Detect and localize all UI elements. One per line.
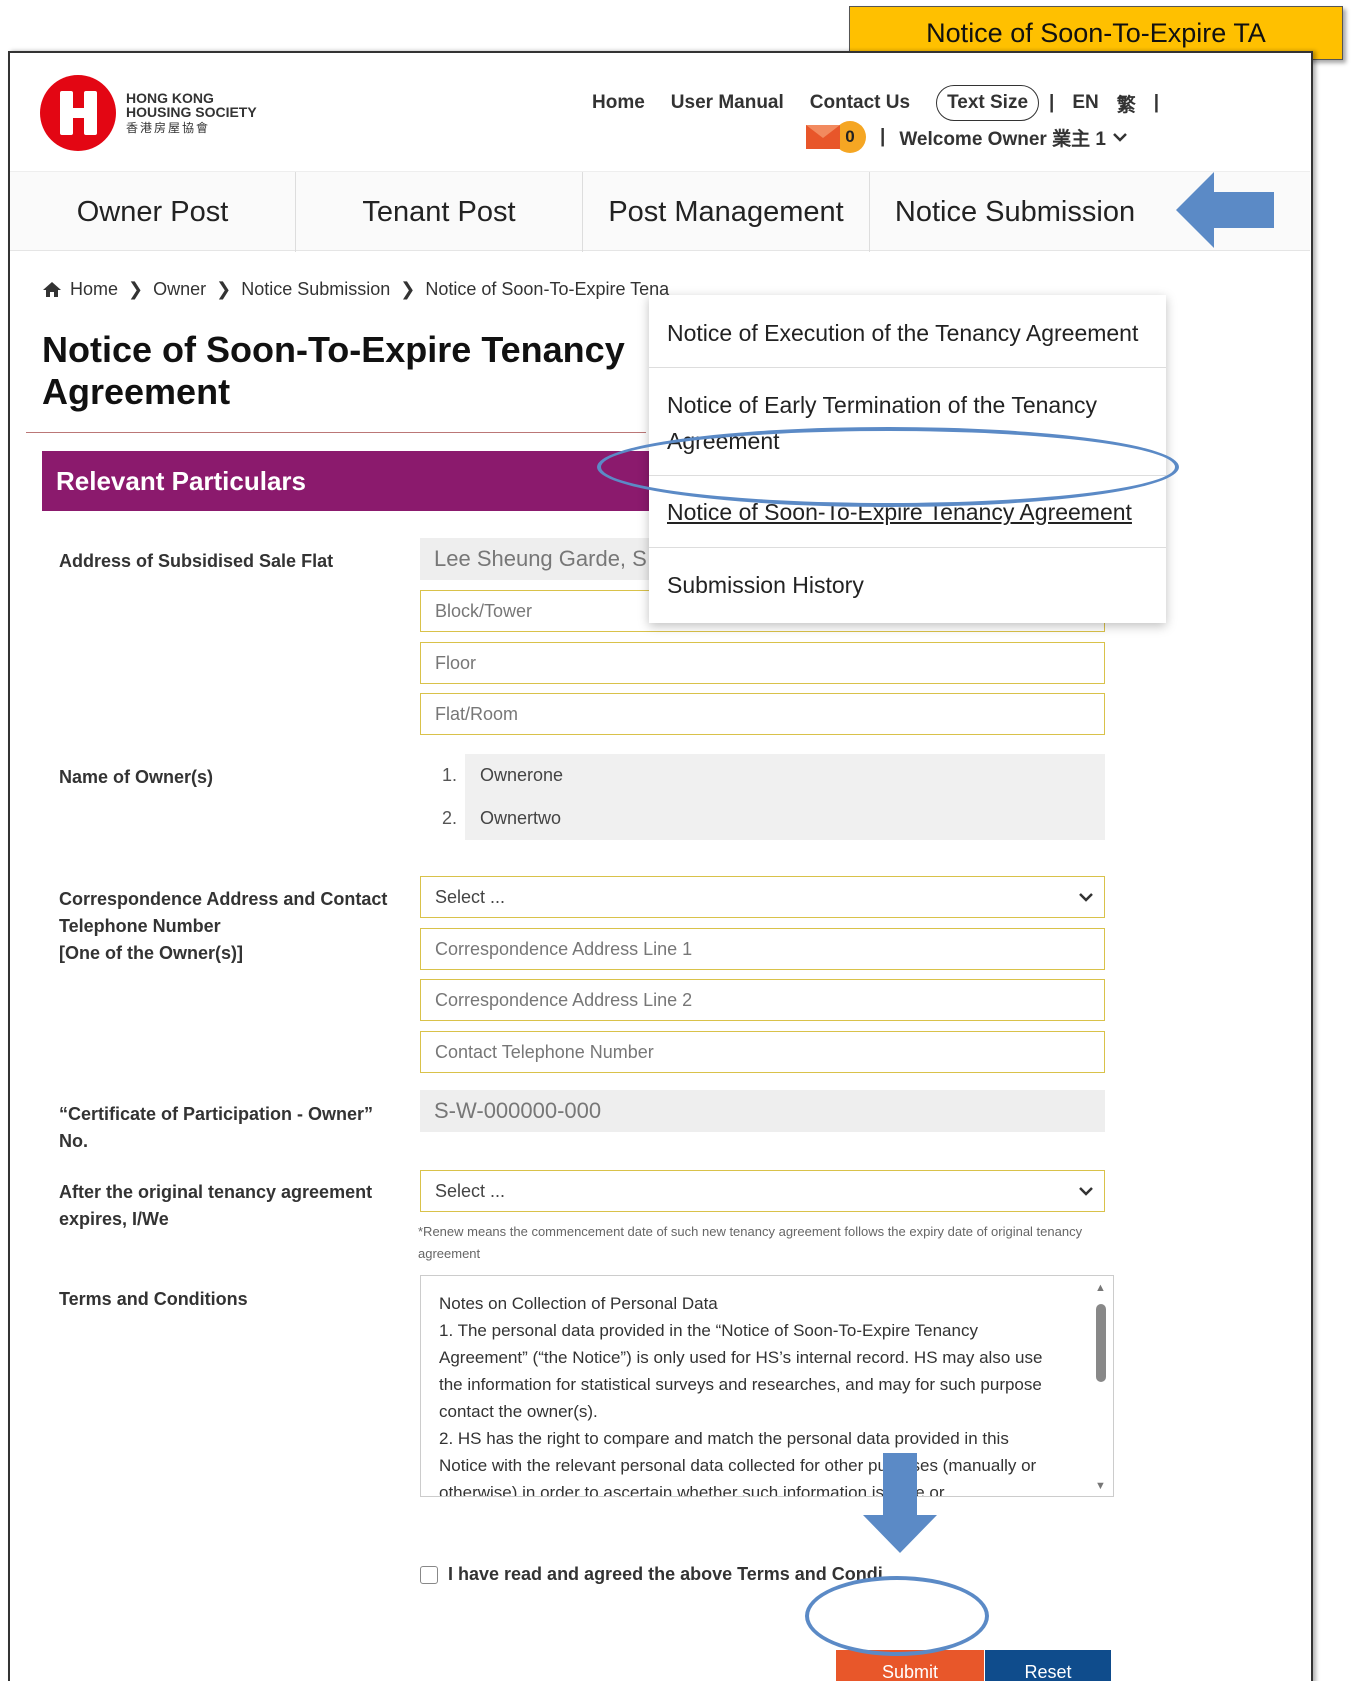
list-item-number: 1. [420,754,465,797]
scroll-up-icon[interactable]: ▲ [1095,1282,1106,1294]
breadcrumb: Home ❯ Owner ❯ Notice Submission ❯ Notic… [42,279,669,300]
scroll-down-icon[interactable]: ▼ [1095,1480,1106,1492]
separator: | [1153,92,1160,113]
chevron-down-icon [1079,1187,1093,1196]
breadcrumb-owner[interactable]: Owner [153,279,206,300]
main-nav: Owner Post Tenant Post Post Management N… [10,171,1310,252]
agree-label: I have read and agreed the above Terms a… [448,1564,883,1584]
logo-line-1: HONG KONG [126,90,214,106]
phone-input[interactable]: Contact Telephone Number [420,1031,1105,1073]
menu-item-submission-history[interactable]: Submission History [667,567,864,603]
correspondence-label-line-1: Correspondence Address and Contact [59,889,388,909]
chevron-right-icon: ❯ [216,279,232,299]
page-title: Notice of Soon-To-Expire Tenancy Agreeme… [42,329,625,412]
welcome-user-menu[interactable]: Welcome Owner 業主 1 [899,124,1106,151]
after-expiry-select[interactable]: Select ... [420,1170,1105,1212]
lang-zh-link[interactable]: 繁 [1117,90,1136,117]
tab-owner-post[interactable]: Owner Post [10,172,296,252]
agree-terms-row[interactable]: I have read and agreed the above Terms a… [420,1564,883,1585]
hkhs-logo[interactable]: HONG KONG HOUSING SOCIETY 香港房屋協會 [40,75,257,151]
after-expiry-label-line-2: expires, I/We [59,1209,169,1229]
text-size-button[interactable]: Text Size [936,85,1040,121]
mail-icon[interactable] [806,125,840,149]
menu-item-execution[interactable]: Notice of Execution of the Tenancy Agree… [667,315,1138,351]
agree-checkbox[interactable] [420,1565,438,1584]
annotation-highlight-menu-item [597,427,1179,507]
breadcrumb-home[interactable]: Home [70,279,118,300]
screenshot-frame: HONG KONG HOUSING SOCIETY 香港房屋協會 Home Us… [8,51,1313,1681]
list-item-number: 2. [420,797,465,840]
menu-divider [649,367,1166,368]
logo-line-2: HOUSING SOCIETY [126,104,257,120]
renew-note: *Renew means the commencement date of su… [418,1224,1083,1261]
select-value: Select ... [435,1180,506,1201]
annotation-highlight-submit [805,1576,989,1656]
logo-mark-icon [40,75,116,151]
chevron-down-icon [1079,893,1093,902]
terms-content: Notes on Collection of Personal Data 1. … [439,1290,1059,1497]
annotation-arrow-left-icon [1176,172,1274,248]
floor-input[interactable]: Floor [420,642,1105,684]
correspondence-label-line-3: [One of the Owner(s)] [59,943,243,963]
chevron-down-icon [1113,133,1127,142]
correspondence-select[interactable]: Select ... [420,876,1105,918]
chevron-right-icon: ❯ [400,279,416,299]
certificate-label: “Certificate of Participation - Owner” N… [59,1101,373,1155]
annotation-arrow-down-icon [863,1453,937,1553]
owners-label: Name of Owner(s) [59,767,214,787]
scroll-thumb[interactable] [1096,1304,1106,1382]
lang-en-link[interactable]: EN [1072,92,1098,114]
certificate-number-field: S-W-000000-000 [420,1090,1105,1132]
correspondence-line-1-input[interactable]: Correspondence Address Line 1 [420,928,1105,970]
terms-scrollbar[interactable]: ▲ ▼ [1093,1282,1109,1492]
separator: | [880,126,886,147]
terms-label: Terms and Conditions [59,1289,248,1309]
reset-button[interactable]: Reset [985,1650,1111,1681]
menu-divider [649,547,1166,548]
tab-notice-submission[interactable]: Notice Submission [870,172,1160,252]
terms-heading: Notes on Collection of Personal Data [439,1294,718,1313]
address-label: Address of Subsidised Sale Flat [59,551,334,571]
nav-user-manual-link[interactable]: User Manual [671,92,784,114]
breadcrumb-notice-submission[interactable]: Notice Submission [241,279,390,300]
separator: | [1049,92,1055,113]
owner-name: Ownertwo [480,808,562,828]
select-value: Select ... [435,886,506,907]
logo-line-3: 香港房屋協會 [126,121,211,135]
tab-post-management[interactable]: Post Management [583,172,870,252]
terms-paragraph: 1. The personal data provided in the “No… [439,1321,1043,1421]
flat-input[interactable]: Flat/Room [420,693,1105,735]
top-nav: Home User Manual Contact Us Text Size | … [592,85,1185,121]
certificate-label-line-2: No. [59,1131,88,1151]
nav-home-link[interactable]: Home [592,92,645,114]
after-expiry-label-line-1: After the original tenancy agreement [59,1182,373,1202]
section-header: Relevant Particulars [42,451,682,511]
title-divider [26,432,646,433]
home-icon [43,282,61,297]
certificate-label-line-1: “Certificate of Participation - Owner” [59,1104,374,1124]
terms-paragraph: 2. HS has the right to compare and match… [439,1429,1037,1497]
owners-list: 1. Ownerone 2. Ownertwo [420,754,1105,840]
after-expiry-label: After the original tenancy agreement exp… [59,1179,372,1233]
tab-tenant-post[interactable]: Tenant Post [296,172,583,252]
logo-text: HONG KONG HOUSING SOCIETY 香港房屋協會 [126,91,257,135]
terms-textbox[interactable]: Notes on Collection of Personal Data 1. … [420,1275,1114,1497]
user-row: 0 | Welcome Owner 業主 1 [806,121,1128,153]
correspondence-line-2-input[interactable]: Correspondence Address Line 2 [420,979,1105,1021]
breadcrumb-current: Notice of Soon-To-Expire Tena [425,279,670,299]
correspondence-label: Correspondence Address and Contact Telep… [59,886,387,967]
nav-contact-link[interactable]: Contact Us [810,92,910,114]
owner-name: Ownerone [480,765,564,785]
chevron-right-icon: ❯ [128,279,144,299]
correspondence-label-line-2: Telephone Number [59,916,221,936]
